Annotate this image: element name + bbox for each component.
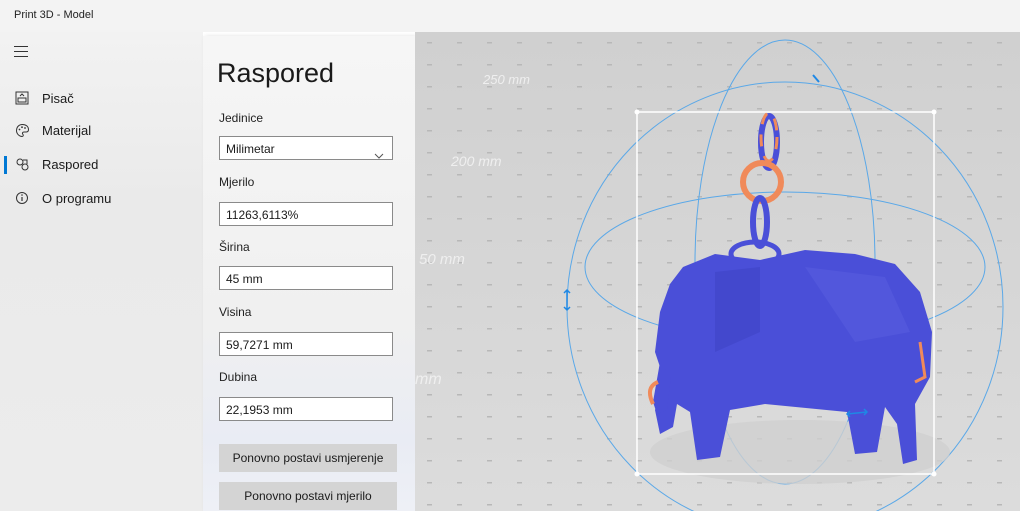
reset-scale-button[interactable]: Ponovno postavi mjerilo [219, 482, 397, 510]
nav-item-about[interactable]: O programu [0, 183, 203, 213]
panel-title: Raspored [217, 58, 335, 88]
width-label: Širina [219, 240, 250, 254]
nav-item-label: Raspored [42, 156, 99, 172]
chevron-down-icon [374, 144, 384, 168]
3d-viewport[interactable]: 250 mm 200 mm 50 mm mm [415, 32, 1020, 511]
grid-label: 250 mm [482, 72, 530, 87]
nav-item-label: O programu [42, 190, 112, 206]
layout-panel: Raspored Jedinice Milimetar Mjerilo 1126… [203, 36, 415, 511]
depth-input[interactable]: 22,1953 mm [219, 397, 393, 421]
window-title: Print 3D - Model [14, 9, 94, 21]
scale-label: Mjerilo [219, 175, 255, 189]
reset-orientation-button[interactable]: Ponovno postavi usmjerenje [219, 444, 397, 472]
scale-input[interactable]: 11263,6113% [219, 202, 393, 226]
printer-icon [14, 90, 30, 106]
depth-label: Dubina [219, 370, 258, 384]
width-input[interactable]: 45 mm [219, 266, 393, 290]
nav-item-layout[interactable]: Raspored [0, 149, 203, 179]
palette-icon [14, 122, 30, 138]
hamburger-icon[interactable] [14, 46, 28, 58]
units-label: Jedinice [219, 111, 264, 125]
layout-icon [14, 156, 30, 172]
nav-item-label: Pisač [42, 90, 74, 106]
height-label: Visina [219, 305, 252, 319]
title-bar: Print 3D - Model [0, 0, 1020, 32]
grid-label: mm [415, 371, 442, 388]
viewport-canvas: 250 mm 200 mm 50 mm mm [415, 32, 1020, 511]
grid-label: 200 mm [450, 153, 502, 169]
nav-pane: Pisač Materijal Raspored O programu [0, 32, 203, 511]
nav-item-printer[interactable]: Pisač [0, 83, 203, 113]
nav-item-label: Materijal [42, 122, 92, 138]
nav-item-material[interactable]: Materijal [0, 115, 203, 145]
height-input[interactable]: 59,7271 mm [219, 332, 393, 356]
grid-label: 50 mm [419, 251, 465, 268]
units-value: Milimetar [226, 142, 275, 156]
units-select[interactable]: Milimetar [219, 136, 393, 160]
info-icon [14, 190, 30, 206]
